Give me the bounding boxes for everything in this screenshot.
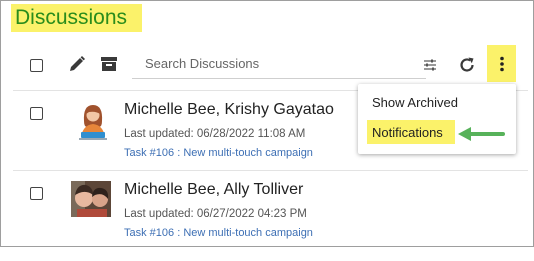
annotation-arrow-icon (458, 127, 505, 141)
page-title: Discussions (11, 4, 142, 32)
menu-item-show-archived[interactable]: Show Archived (372, 95, 458, 110)
more-options-button[interactable] (487, 45, 516, 82)
filter-sliders-icon[interactable] (423, 59, 437, 71)
discussion-participants[interactable]: Michelle Bee, Krishy Gayatao (124, 101, 334, 119)
menu-item-notifications[interactable]: Notifications (372, 125, 443, 140)
row-checkbox[interactable] (30, 187, 43, 200)
row-divider (13, 170, 528, 171)
archive-icon[interactable] (100, 56, 118, 72)
discussion-participants[interactable]: Michelle Bee, Ally Tolliver (124, 181, 303, 199)
toolbar (13, 38, 528, 88)
task-link[interactable]: Task #106 : New multi-touch campaign (124, 147, 313, 159)
task-link[interactable]: Task #106 : New multi-touch campaign (124, 227, 313, 239)
more-vertical-icon (500, 56, 504, 72)
select-all-checkbox[interactable] (30, 59, 43, 72)
avatar (79, 105, 107, 140)
pencil-icon[interactable] (68, 55, 86, 73)
refresh-icon[interactable] (458, 56, 476, 74)
avatar (71, 181, 111, 217)
search-input[interactable] (132, 49, 426, 79)
row-checkbox[interactable] (30, 107, 43, 120)
last-updated: Last updated: 06/28/2022 11:08 AM (124, 128, 306, 140)
last-updated: Last updated: 06/27/2022 04:23 PM (124, 208, 307, 220)
discussion-row[interactable]: Michelle Bee, Ally Tolliver Last updated… (13, 181, 528, 261)
more-options-menu: Show Archived Notifications (358, 84, 516, 154)
